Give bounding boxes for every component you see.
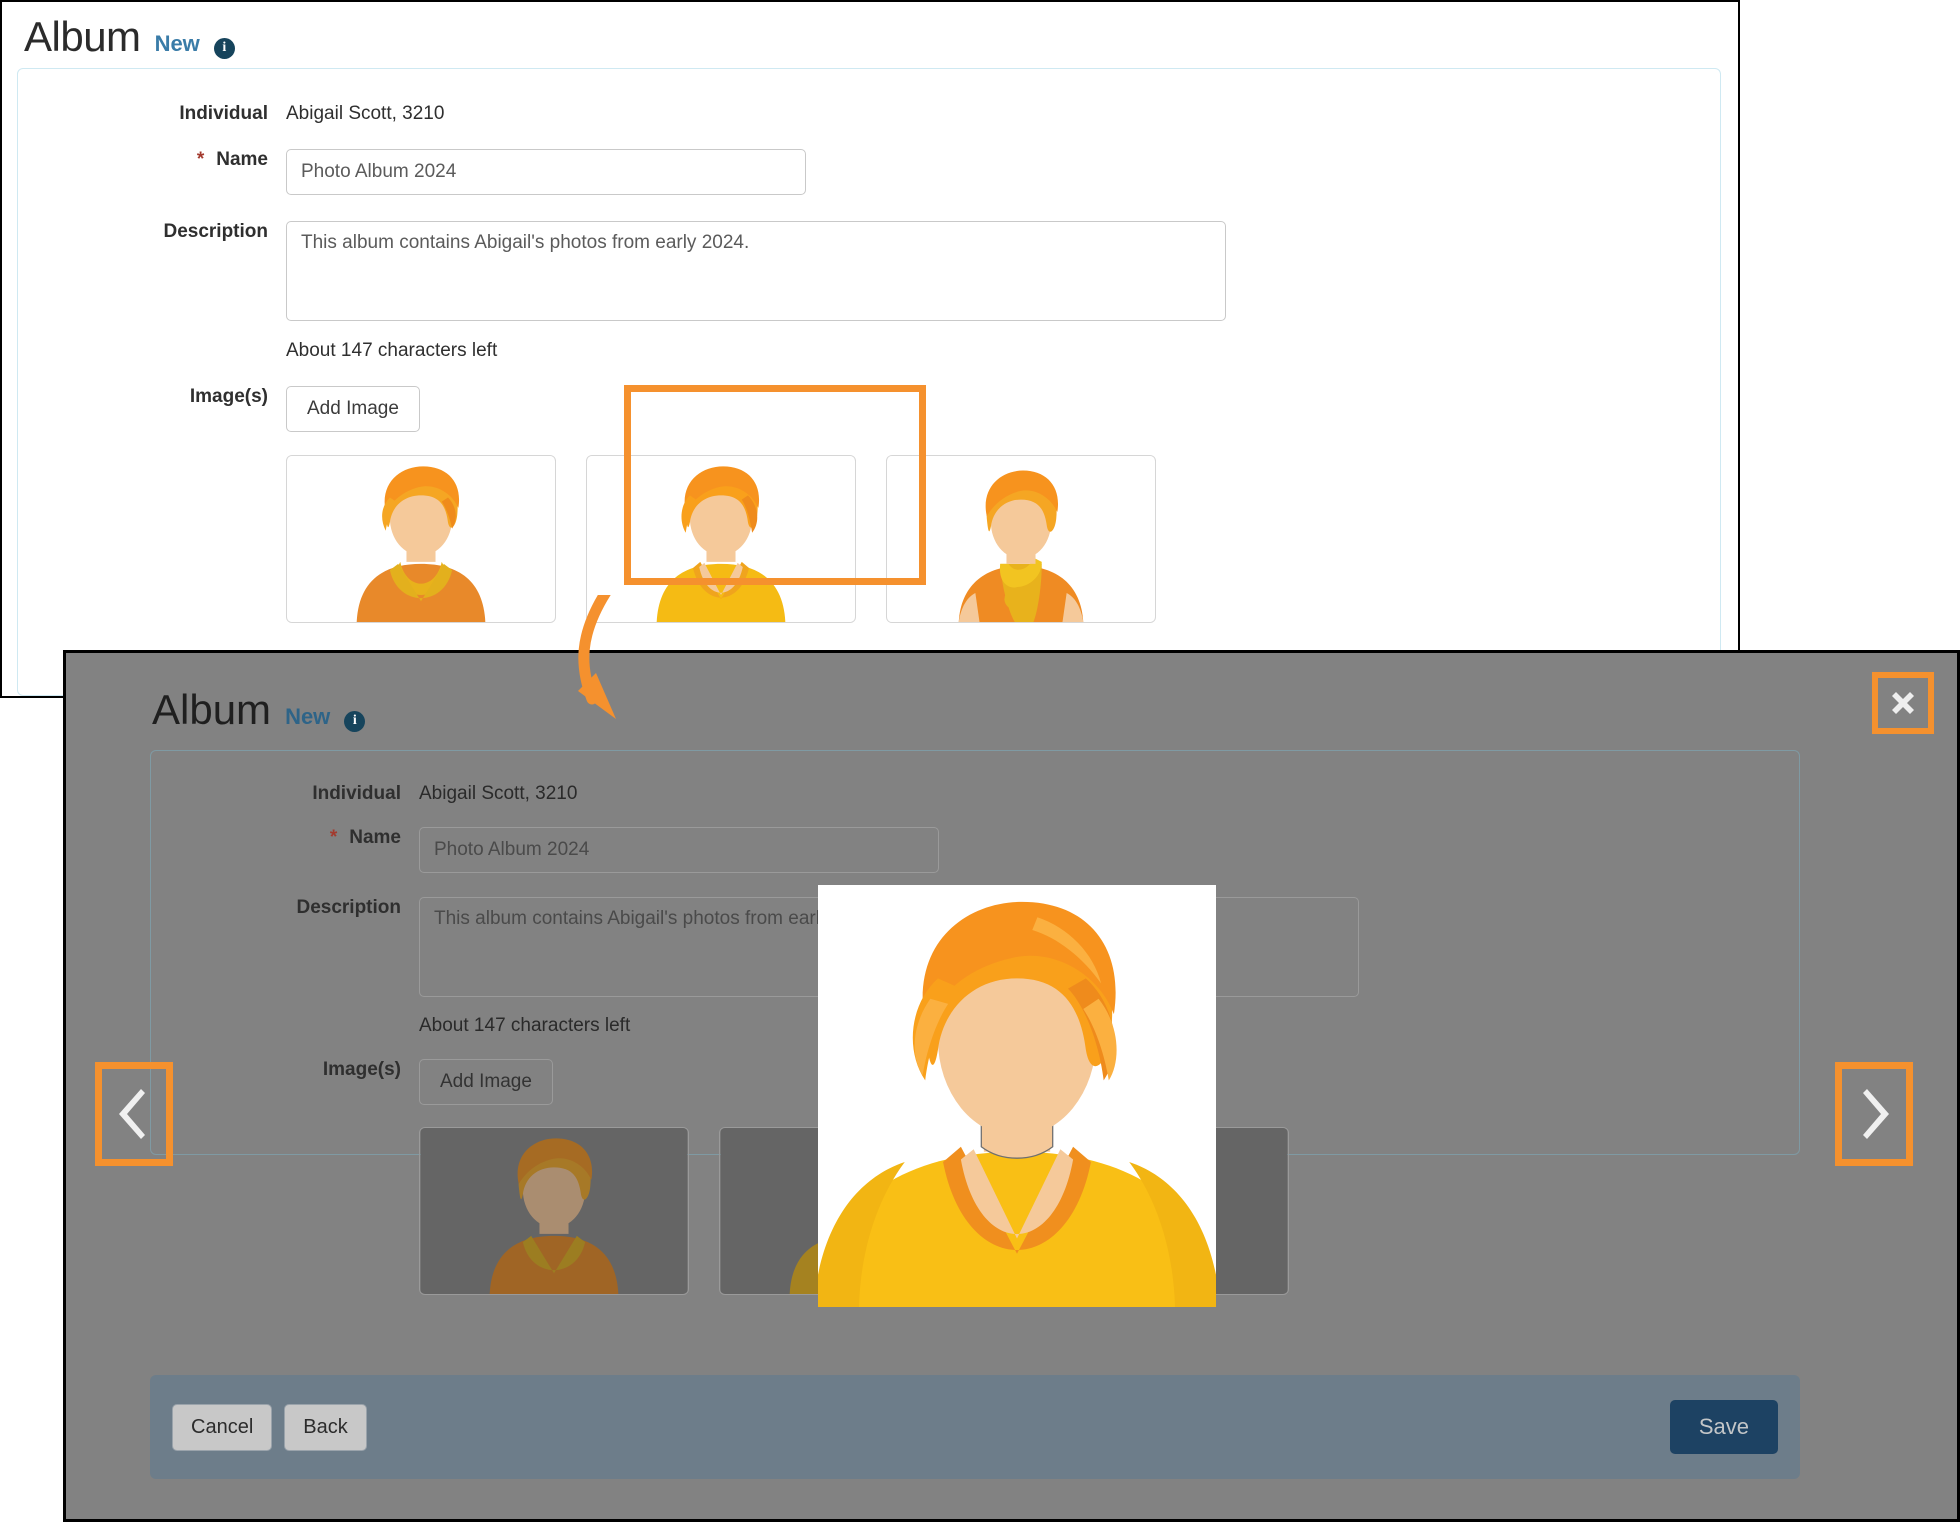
page-status-new: New	[154, 31, 200, 56]
cancel-button[interactable]: Cancel	[172, 1403, 273, 1451]
image-thumbnail-2[interactable]	[586, 455, 856, 623]
description-label: Description	[163, 221, 268, 242]
modal-name-label: * Name	[151, 827, 419, 849]
modal-title: Album	[152, 686, 272, 733]
characters-left-text: About 147 characters left	[286, 340, 498, 361]
back-button[interactable]: Back	[284, 1403, 367, 1451]
screenshot-root: Album New i Individual Abigail Scott, 32…	[0, 0, 1960, 1522]
name-label: * Name	[18, 149, 286, 171]
next-image-button[interactable]	[1835, 1062, 1913, 1166]
base-album-form-window: Album New i Individual Abigail Scott, 32…	[0, 0, 1740, 698]
modal-image-thumbnail-1[interactable]	[419, 1127, 689, 1295]
modal-field-row-name: * Name	[151, 827, 1799, 873]
info-icon[interactable]: i	[213, 37, 235, 59]
required-marker: *	[196, 149, 205, 170]
modal-status-new: New	[285, 704, 331, 729]
close-preview-button[interactable]	[1872, 672, 1934, 734]
modal-footer-bar: Cancel Back Save	[150, 1375, 1800, 1479]
modal-info-icon[interactable]: i	[344, 710, 366, 732]
image-thumbnail-3[interactable]	[886, 455, 1156, 623]
modal-images-label: Image(s)	[322, 1059, 401, 1080]
modal-individual-value: Abigail Scott, 3210	[419, 783, 578, 804]
modal-individual-label: Individual	[312, 783, 401, 804]
modal-name-input[interactable]	[419, 827, 939, 873]
field-row-images: Image(s) Add Image	[18, 386, 1720, 623]
chevron-left-icon	[119, 1089, 145, 1139]
individual-value: Abigail Scott, 3210	[286, 103, 445, 124]
page-header: Album New i	[2, 2, 1738, 59]
images-label: Image(s)	[189, 386, 268, 407]
modal-field-row-individual: Individual Abigail Scott, 3210	[151, 783, 1799, 805]
add-image-button[interactable]: Add Image	[286, 386, 420, 432]
save-button[interactable]: Save	[1669, 1400, 1778, 1454]
previous-image-button[interactable]	[95, 1062, 173, 1166]
album-form-card: Individual Abigail Scott, 3210 * Name Des…	[17, 68, 1721, 696]
modal-required-marker: *	[329, 827, 338, 848]
modal-name-label-text: Name	[349, 827, 401, 848]
name-label-text: Name	[216, 149, 268, 170]
close-icon	[1892, 692, 1914, 714]
modal-header: Album New i	[66, 653, 1957, 732]
name-input[interactable]	[286, 149, 806, 195]
modal-add-image-button[interactable]: Add Image	[419, 1059, 553, 1105]
field-row-name: * Name	[18, 149, 1720, 195]
chevron-right-icon	[1863, 1089, 1889, 1139]
field-row-individual: Individual Abigail Scott, 3210	[18, 103, 1720, 125]
image-preview-lightbox[interactable]	[818, 885, 1216, 1307]
image-thumbnail-strip	[286, 455, 1156, 623]
description-textarea[interactable]: This album contains Abigail's photos fro…	[286, 221, 1226, 321]
page-title: Album	[24, 13, 141, 60]
modal-description-label: Description	[296, 897, 401, 918]
individual-label: Individual	[179, 103, 268, 124]
image-thumbnail-1[interactable]	[286, 455, 556, 623]
field-row-description: Description This album contains Abigail'…	[18, 221, 1720, 362]
